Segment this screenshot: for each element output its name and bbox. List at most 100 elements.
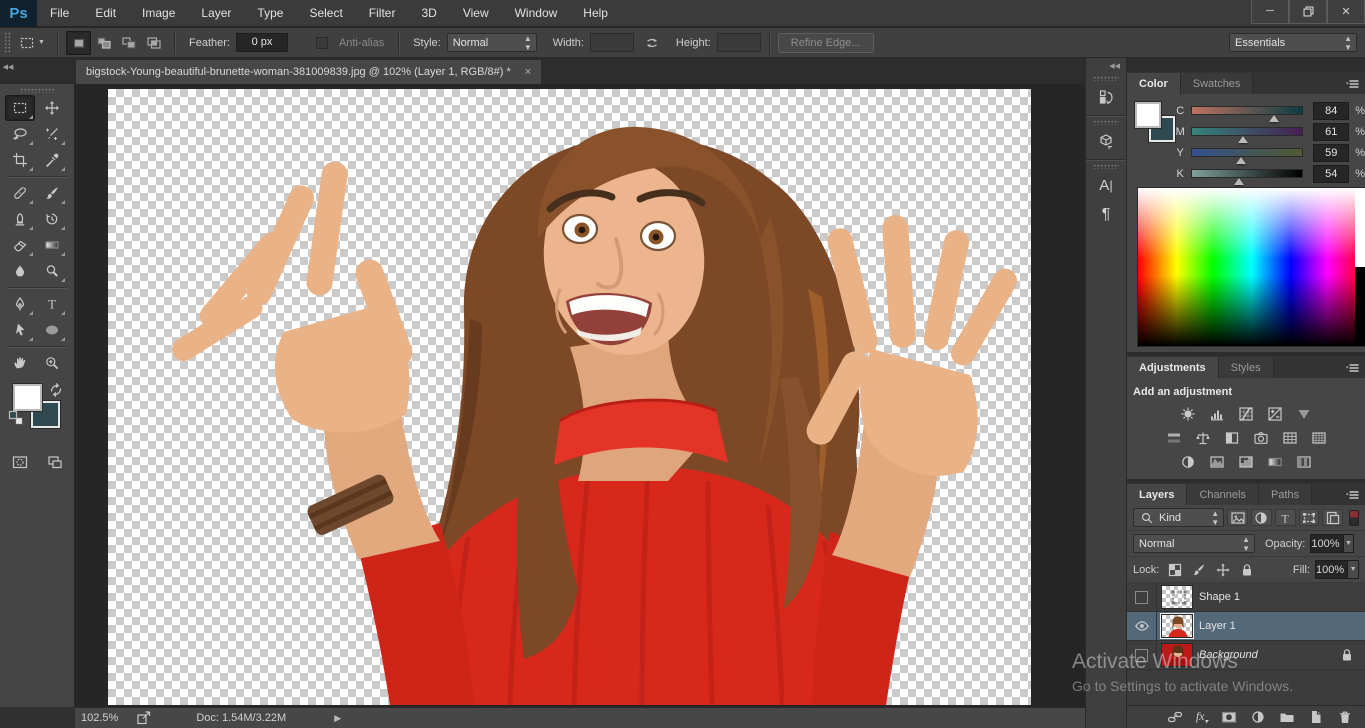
eraser-tool[interactable] <box>5 232 35 258</box>
color-spectrum[interactable] <box>1137 187 1365 347</box>
brightness-contrast-icon[interactable] <box>1178 405 1198 423</box>
pen-tool[interactable] <box>5 291 35 317</box>
lock-position-icon[interactable] <box>1215 562 1231 578</box>
tab-adjustments[interactable]: Adjustments <box>1127 357 1219 378</box>
menu-edit[interactable]: Edit <box>82 0 129 27</box>
black-slider[interactable] <box>1191 169 1303 178</box>
layer-thumbnail[interactable] <box>1161 614 1193 638</box>
magenta-slider[interactable] <box>1191 127 1303 136</box>
foreground-color-swatch-small[interactable] <box>1135 102 1161 128</box>
toolbar-gripper[interactable] <box>20 88 54 93</box>
cyan-value[interactable]: 84 <box>1313 102 1349 120</box>
brush-tool[interactable] <box>37 180 67 206</box>
crop-tool[interactable] <box>5 147 35 173</box>
channel-mixer-icon[interactable] <box>1280 429 1300 447</box>
filter-pixel-layers-icon[interactable] <box>1227 509 1248 526</box>
photo-filter-icon[interactable] <box>1251 429 1271 447</box>
tab-styles[interactable]: Styles <box>1219 357 1274 378</box>
color-lookup-icon[interactable] <box>1309 429 1329 447</box>
screen-mode-button[interactable] <box>42 452 68 472</box>
menu-filter[interactable]: Filter <box>356 0 409 27</box>
gradient-map-icon[interactable] <box>1265 453 1285 471</box>
layer-row-layer1[interactable]: Layer 1 <box>1127 612 1365 641</box>
new-adjustment-layer-icon[interactable] <box>1250 709 1266 725</box>
visibility-toggle[interactable] <box>1127 583 1157 612</box>
lock-all-icon[interactable] <box>1239 562 1255 578</box>
layer-name[interactable]: Background <box>1199 649 1258 661</box>
opacity-input[interactable]: 100%▼ <box>1310 534 1354 553</box>
cyan-slider[interactable] <box>1191 106 1303 115</box>
character-panel-button[interactable]: A| <box>1091 171 1121 199</box>
fill-input[interactable]: 100%▼ <box>1315 560 1359 579</box>
menu-3d[interactable]: 3D <box>408 0 449 27</box>
panel-menu-icon[interactable] <box>1345 487 1361 503</box>
layer-name[interactable]: Shape 1 <box>1199 591 1240 603</box>
canvas-area[interactable] <box>75 84 1085 707</box>
layer-name[interactable]: Layer 1 <box>1199 620 1236 632</box>
tab-channels[interactable]: Channels <box>1187 484 1258 505</box>
tab-layers[interactable]: Layers <box>1127 484 1187 505</box>
status-options-arrow-icon[interactable]: ▶ <box>334 713 341 724</box>
style-dropdown[interactable]: Normal▲▼ <box>447 33 537 52</box>
export-icon[interactable] <box>136 710 152 726</box>
ellipse-tool[interactable] <box>37 317 67 343</box>
panel-menu-icon[interactable] <box>1345 360 1361 376</box>
tab-paths[interactable]: Paths <box>1259 484 1312 505</box>
restore-button[interactable] <box>1289 0 1327 24</box>
anti-alias-checkbox[interactable] <box>316 37 328 49</box>
expand-panels-icon[interactable]: ◀◀ <box>1086 58 1126 72</box>
menu-image[interactable]: Image <box>129 0 188 27</box>
subtract-from-selection-button[interactable] <box>116 31 141 55</box>
posterize-icon[interactable] <box>1207 453 1227 471</box>
swap-colors-icon[interactable] <box>48 382 64 398</box>
yellow-value[interactable]: 59 <box>1313 144 1349 162</box>
history-panel-button[interactable] <box>1091 83 1121 111</box>
selective-color-icon[interactable] <box>1294 453 1314 471</box>
add-layer-mask-icon[interactable] <box>1221 709 1237 725</box>
layer-filtering-toggle[interactable] <box>1349 510 1359 526</box>
properties-panel-button[interactable] <box>1091 127 1121 155</box>
default-colors-icon[interactable] <box>8 410 24 426</box>
menu-layer[interactable]: Layer <box>188 0 244 27</box>
new-selection-button[interactable] <box>66 31 91 55</box>
black-value[interactable]: 54 <box>1313 165 1349 183</box>
filter-type-layers-icon[interactable]: T <box>1275 509 1296 526</box>
lasso-tool[interactable] <box>5 121 35 147</box>
zoom-level[interactable]: 102.5% <box>81 712 118 724</box>
dodge-tool[interactable] <box>37 258 67 284</box>
quick-mask-button[interactable] <box>7 452 33 472</box>
foreground-color-swatch[interactable] <box>13 384 42 411</box>
visibility-toggle[interactable] <box>1127 612 1157 641</box>
new-group-icon[interactable] <box>1279 709 1295 725</box>
menu-view[interactable]: View <box>450 0 502 27</box>
minimize-button[interactable]: ─ <box>1251 0 1289 24</box>
intersect-selection-button[interactable] <box>141 31 166 55</box>
vibrance-icon[interactable] <box>1294 405 1314 423</box>
filter-adjustment-layers-icon[interactable] <box>1251 509 1272 526</box>
color-balance-icon[interactable] <box>1193 429 1213 447</box>
refine-edge-button[interactable]: Refine Edge... <box>778 33 874 53</box>
lock-paint-icon[interactable] <box>1191 562 1207 578</box>
link-layers-icon[interactable] <box>1167 709 1183 725</box>
tab-swatches[interactable]: Swatches <box>1181 73 1254 94</box>
hue-saturation-icon[interactable] <box>1164 429 1184 447</box>
document-image[interactable] <box>108 89 1031 705</box>
delete-layer-icon[interactable] <box>1337 709 1353 725</box>
workspace-dropdown[interactable]: Essentials▲▼ <box>1229 33 1357 52</box>
menu-type[interactable]: Type <box>244 0 296 27</box>
threshold-icon[interactable] <box>1236 453 1256 471</box>
move-tool[interactable] <box>37 95 67 121</box>
filter-shape-layers-icon[interactable] <box>1299 509 1320 526</box>
gradient-tool[interactable] <box>37 232 67 258</box>
spot-healing-brush-tool[interactable] <box>5 180 35 206</box>
layer-filter-kind-dropdown[interactable]: Kind▲▼ <box>1133 508 1224 527</box>
lock-transparency-icon[interactable] <box>1167 562 1183 578</box>
type-tool[interactable]: T <box>37 291 67 317</box>
hand-tool[interactable] <box>5 350 35 376</box>
paragraph-panel-button[interactable]: ¶ <box>1091 201 1121 229</box>
tool-preset-picker[interactable]: ▼ <box>15 31 49 55</box>
curves-icon[interactable] <box>1236 405 1256 423</box>
clone-stamp-tool[interactable] <box>5 206 35 232</box>
link-dimensions-icon[interactable] <box>644 35 660 51</box>
magic-wand-tool[interactable] <box>37 121 67 147</box>
